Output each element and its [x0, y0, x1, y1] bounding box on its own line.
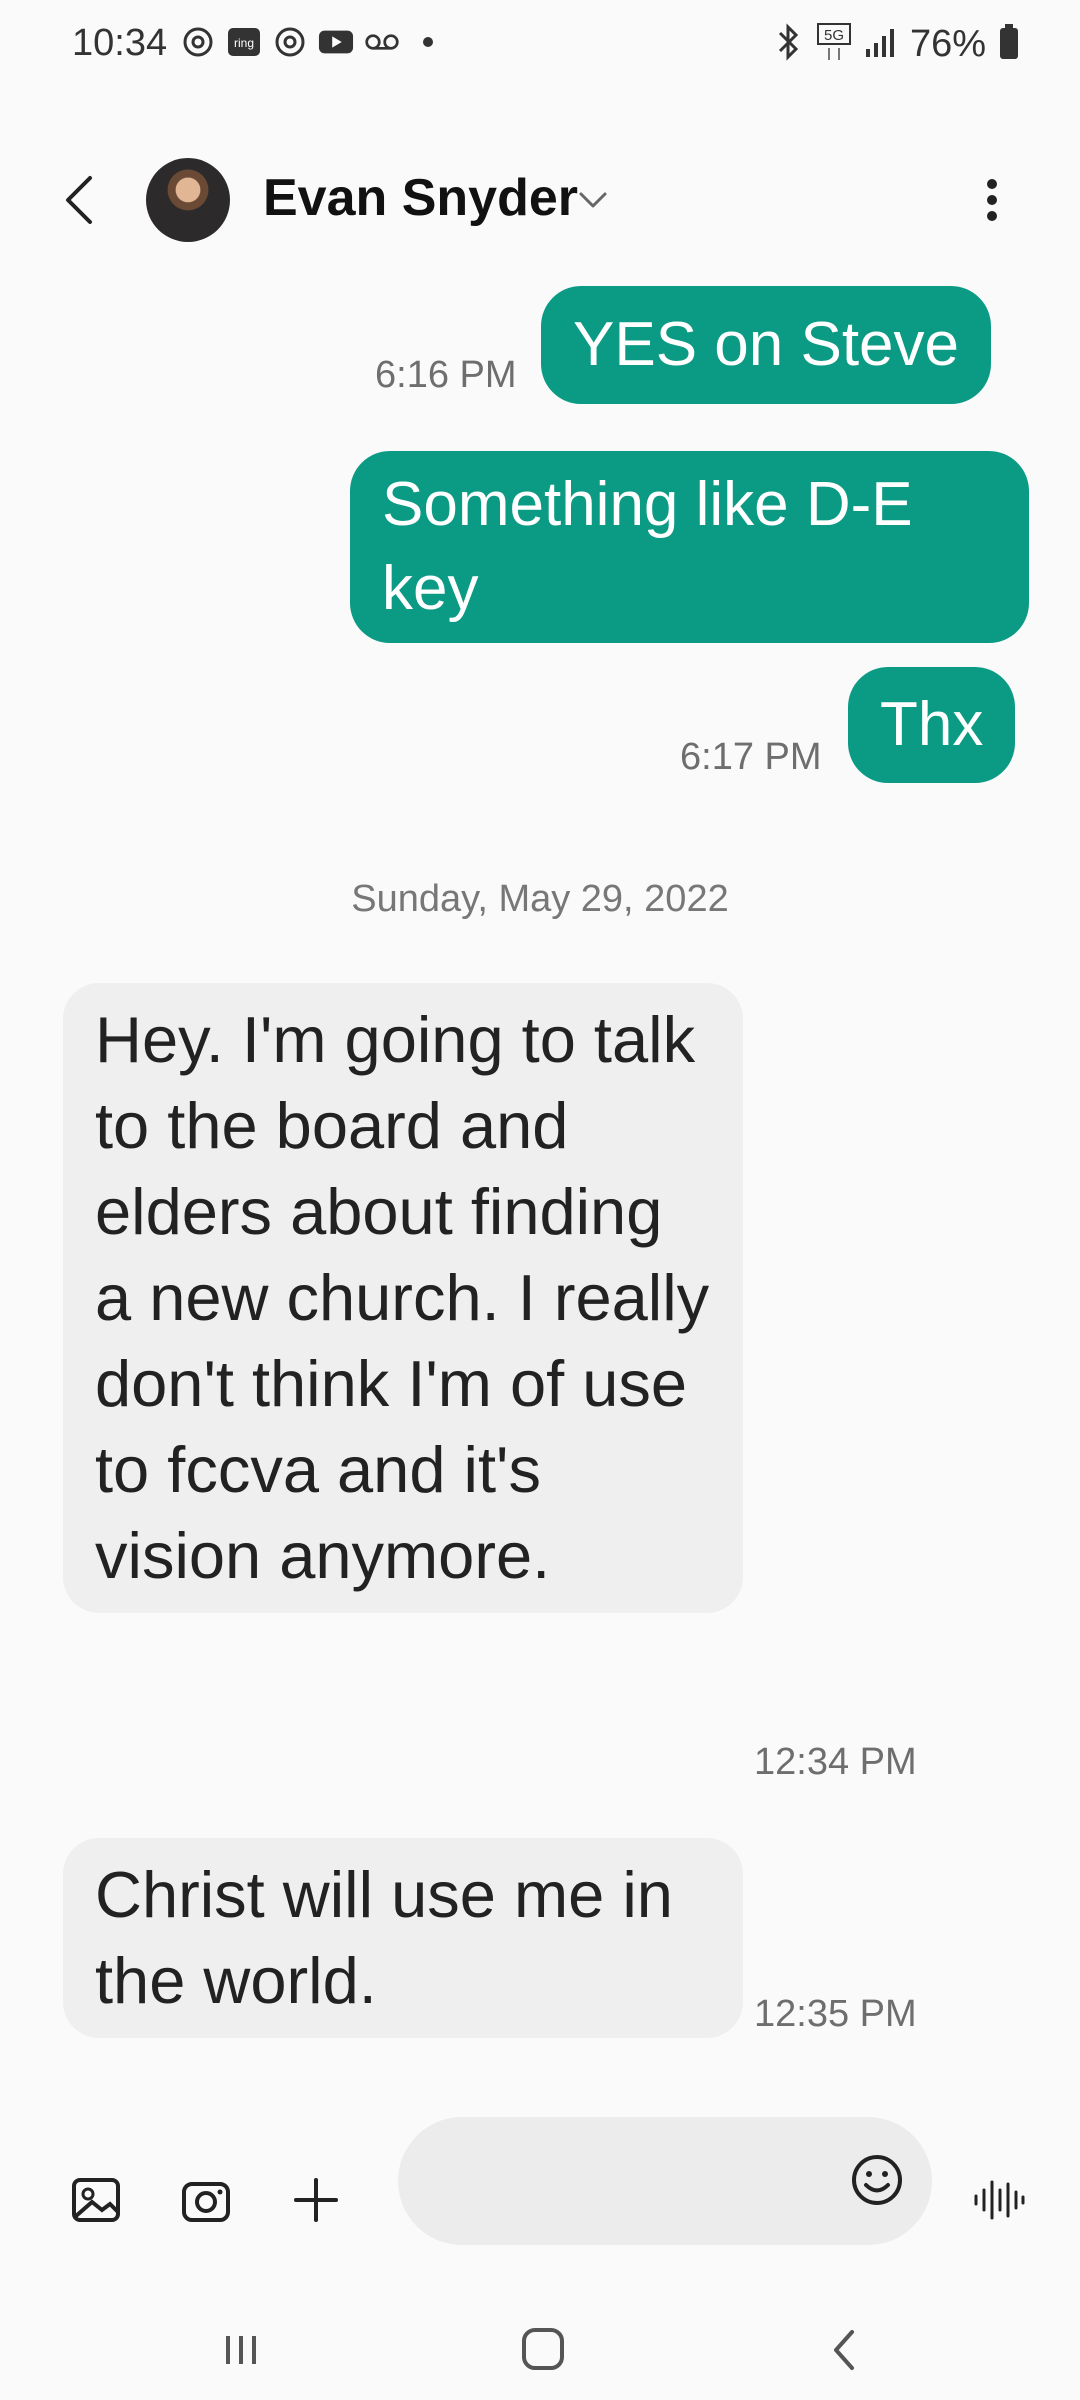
- emoji-icon[interactable]: [844, 2147, 910, 2213]
- message-timestamp: 6:17 PM: [680, 736, 822, 778]
- dot-icon: [410, 24, 446, 60]
- camera-icon[interactable]: [176, 2170, 236, 2230]
- status-time: 10:34: [72, 22, 168, 64]
- voice-icon[interactable]: [968, 2170, 1028, 2230]
- network-5g-icon: 5G: [816, 22, 852, 67]
- signal-icon: [864, 25, 898, 64]
- message-timestamp: 12:34 PM: [754, 1741, 917, 1783]
- bluetooth-icon: [774, 23, 804, 66]
- gallery-icon[interactable]: [66, 2170, 126, 2230]
- conversation-header: Evan Snyder: [0, 150, 1080, 250]
- message-field[interactable]: [398, 2117, 932, 2245]
- status-bar: 10:34 ring 5G 76%: [0, 0, 1080, 90]
- home-icon[interactable]: [508, 2320, 578, 2380]
- ring-icon: ring: [226, 24, 262, 60]
- incoming-message[interactable]: Christ will use me in the world.: [63, 1838, 743, 2038]
- system-icons: 5G 76%: [774, 22, 1020, 67]
- plus-icon[interactable]: [286, 2170, 346, 2230]
- notification-icons: ring: [180, 24, 446, 60]
- incoming-message[interactable]: Hey. I'm going to talk to the board and …: [63, 983, 743, 1613]
- message-input[interactable]: [438, 2147, 842, 2217]
- youtube-icon: [318, 24, 354, 60]
- navigation-bar: [0, 2290, 1080, 2400]
- outgoing-message[interactable]: YES on Steve: [541, 286, 992, 404]
- svg-text:ring: ring: [234, 36, 254, 50]
- compose-bar: [0, 2110, 1080, 2250]
- recent-apps-icon[interactable]: [206, 2320, 276, 2380]
- voicemail-icon: [364, 24, 400, 60]
- battery-percent: 76%: [909, 23, 986, 65]
- threads-icon: [272, 24, 308, 60]
- outgoing-message[interactable]: Thx: [848, 667, 1016, 783]
- date-separator: Sunday, May 29, 2022: [351, 878, 729, 920]
- back-icon[interactable]: [810, 2320, 880, 2380]
- message-timestamp: 6:16 PM: [375, 354, 517, 396]
- battery-icon: [998, 23, 1020, 66]
- message-timestamp: 12:35 PM: [754, 1993, 917, 2035]
- svg-text:5G: 5G: [824, 27, 844, 44]
- back-arrow-icon[interactable]: [52, 170, 112, 230]
- more-vert-icon[interactable]: [964, 170, 1020, 230]
- threads-icon: [180, 24, 216, 60]
- avatar[interactable]: [146, 158, 230, 242]
- contact-name[interactable]: Evan Snyder: [263, 168, 578, 228]
- chevron-down-icon[interactable]: [573, 180, 613, 220]
- outgoing-message[interactable]: Something like D-E key: [350, 451, 1029, 643]
